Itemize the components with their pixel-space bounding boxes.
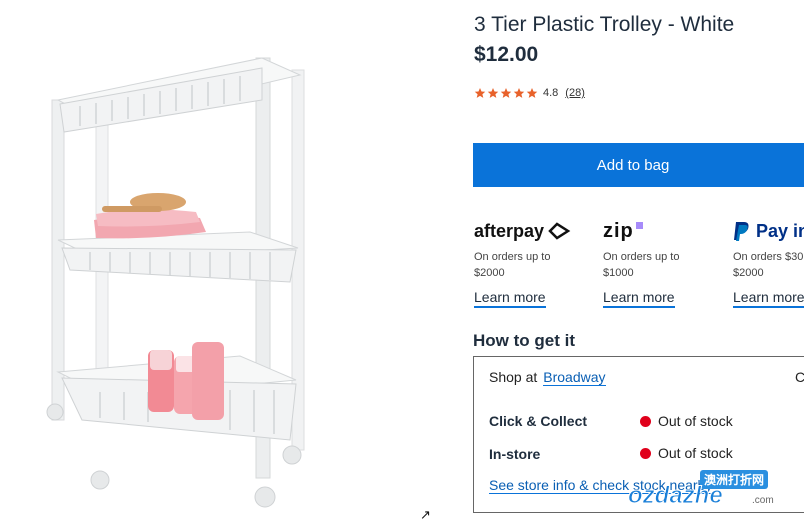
star-icon [526, 88, 538, 98]
paypal-learn-more-link[interactable]: Learn more [733, 289, 804, 308]
trolley-illustration [46, 57, 305, 508]
payment-option-paypal: Pay in On orders $30 $2000 Learn more [733, 218, 804, 308]
star-icon [500, 88, 512, 98]
click-collect-status: Out of stock [640, 413, 733, 429]
add-to-bag-label: Add to bag [596, 156, 670, 174]
out-of-stock-dot-icon [640, 447, 651, 459]
zip-accent-icon [635, 221, 643, 229]
paypal-logo: Pay in [733, 218, 804, 244]
shop-at-label: Shop at [489, 369, 538, 385]
afterpay-logo-text: afterpay [474, 220, 545, 241]
star-icon [513, 88, 525, 98]
rating-value: 4.8 [543, 87, 559, 99]
out-of-stock-dot-icon [640, 415, 651, 427]
zip-terms: On orders up to $1000 [603, 251, 680, 279]
product-rating: 4.8 (28) [474, 85, 585, 101]
in-store-status-text: Out of stock [658, 445, 733, 461]
in-store-status: Out of stock [640, 445, 733, 461]
watermark-domain-text: .com [752, 495, 774, 506]
paypal-terms: On orders $30 $2000 [733, 251, 804, 279]
rating-stars [474, 87, 538, 99]
change-store-link[interactable]: C [795, 369, 804, 385]
payment-option-afterpay: afterpay On orders up to $2000 Learn mor… [474, 218, 594, 308]
afterpay-logo: afterpay [474, 218, 594, 244]
zip-learn-more-link[interactable]: Learn more [603, 289, 675, 308]
afterpay-terms: On orders up to $2000 [474, 251, 551, 279]
afterpay-icon [548, 222, 571, 240]
expand-icon[interactable]: ↗ [420, 508, 434, 522]
zip-logo-text: zip [603, 219, 634, 242]
add-to-bag-button[interactable]: Add to bag [473, 143, 804, 187]
paypal-icon [734, 222, 749, 241]
in-store-label: In-store [489, 446, 541, 462]
click-collect-status-text: Out of stock [658, 413, 733, 429]
shop-at: Shop at Broadway [489, 369, 606, 386]
star-icon [474, 88, 486, 98]
star-icon [487, 88, 499, 98]
zip-logo: zip [603, 218, 723, 244]
product-title: 3 Tier Plastic Trolley - White [474, 13, 735, 36]
paypal-logo-text: Pay in [756, 220, 804, 241]
product-image[interactable]: ↗ [0, 0, 450, 525]
product-price: $12.00 [474, 43, 539, 66]
watermark-logo: 澳洲打折网 ozdazhe .com [628, 468, 788, 516]
store-select-link[interactable]: Broadway [543, 369, 606, 386]
watermark-main-text: ozdazhe [628, 482, 724, 510]
click-collect-label: Click & Collect [489, 413, 588, 429]
payment-option-zip: zip On orders up to $1000 Learn more [603, 218, 723, 308]
afterpay-learn-more-link[interactable]: Learn more [474, 289, 546, 308]
how-to-get-it-heading: How to get it [473, 331, 575, 350]
rating-count-link[interactable]: (28) [565, 87, 585, 99]
